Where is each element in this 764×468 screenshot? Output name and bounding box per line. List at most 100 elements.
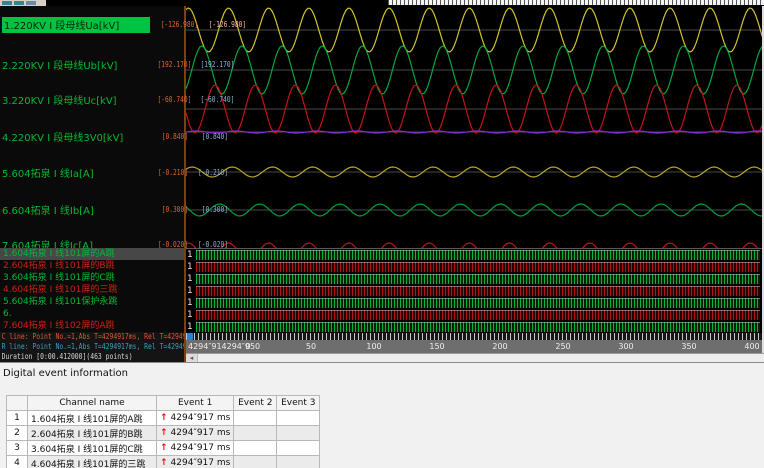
digital-channel-list: 1.604拓泉 I 线101屏的A跳 2.604拓泉 I 线101屏的B跳 3.60… (0, 248, 184, 332)
event1-time: 4294″917 ms (170, 458, 231, 468)
channel-name-cell: 1.604拓泉 I 线101屏的A跳 (27, 410, 157, 426)
rising-edge-icon: ↑ (160, 443, 168, 453)
channel-label-panel: 1.220KV I 段母线Ua[kV] [-126.980] [-126.980] 2… (0, 6, 246, 362)
channel-value-r: [-126.980] (208, 20, 247, 29)
event3-cell (276, 440, 321, 456)
toolbar-button-2[interactable] (14, 1, 24, 5)
table-header-cell: Event 2 (233, 395, 278, 411)
channel-value-r: [192.170] (200, 60, 235, 69)
event1-time: 4294″917 ms (170, 413, 231, 423)
channel-value-r: [-0.210] (197, 168, 228, 177)
row-number-cell: 1 (6, 410, 28, 426)
channel-name-cell: 3.604拓泉 I 线101屏的C跳 (27, 440, 157, 456)
digital-signal-value: 1 (187, 261, 193, 272)
digital-event-table: Channel name Event 1 Event 2 Event 3 1 1.604… (6, 395, 321, 468)
rising-edge-icon: ↑ (160, 413, 168, 423)
rising-edge-icon: ↑ (160, 428, 168, 438)
digital-signal-row: 1 (186, 297, 764, 309)
rising-edge-icon: ↑ (160, 458, 168, 468)
digital-channel-label[interactable]: 1.604拓泉 I 线101屏的A跳 (0, 248, 184, 260)
time-axis-bar[interactable]: 4294″914294″950 0 50 100 150 200 250 300 350 400 (186, 340, 764, 353)
event2-cell (233, 455, 278, 468)
digital-waveform-plot[interactable]: 1111111 (186, 249, 764, 333)
scroll-left-icon[interactable]: ◂ (186, 354, 198, 362)
digital-channel-label[interactable]: 5.604拓泉 I 线101保护永跳 (0, 296, 184, 308)
time-axis-tick-label: 50 (305, 342, 317, 351)
digital-signal-row: 1 (186, 309, 764, 321)
digital-channel-label[interactable]: 3.604拓泉 I 线101屏的C跳 (0, 272, 184, 284)
digital-signal-value: 1 (187, 273, 193, 284)
channel-name: 3.220KV I 段母线Uc[kV] (2, 96, 117, 107)
time-axis-tick-label: 100 (366, 342, 382, 351)
time-axis-tick-label: 150 (429, 342, 445, 351)
event3-cell (276, 410, 321, 426)
channel-value-r: [-60.740] (200, 95, 235, 104)
digital-signal-bar (196, 274, 760, 284)
digital-signal-row: 1 (186, 285, 764, 297)
event1-time: 4294″917 ms (170, 443, 231, 453)
analog-channel-label[interactable]: 3.220KV I 段母线Uc[kV] [-60.740] [-60.740] (2, 93, 235, 107)
table-row[interactable]: 1 1.604拓泉 I 线101屏的A跳 ↑ 4294″917 ms (6, 410, 321, 426)
row-number-cell: 2 (6, 425, 28, 441)
digital-event-panel: Digital event information Channel name Ev… (0, 362, 764, 468)
event1-cell: ↑ 4294″917 ms (155, 410, 235, 426)
time-axis-tick-label: 200 (492, 342, 508, 351)
table-row[interactable]: 3 3.604拓泉 I 线101屏的C跳 ↑ 4294″917 ms (6, 440, 321, 456)
digital-signal-bar (196, 310, 760, 320)
time-tick-ruler[interactable] (186, 333, 764, 340)
time-axis-tick-label: 400 (744, 342, 760, 351)
waveform-display-area[interactable]: 1111111 4294″914294″950 0 50 100 150 200 250 3… (186, 6, 764, 362)
digital-signal-bar (196, 298, 760, 308)
event2-cell (233, 410, 278, 426)
analog-waveform-plot[interactable] (186, 6, 764, 248)
table-header-cell (6, 395, 28, 411)
channel-value-c: [0.840] (161, 132, 188, 141)
cursor-status-panel: C line: Point No.=1,Abs T=4294917ms, Rel… (0, 332, 184, 362)
digital-channel-label[interactable]: 4.604拓泉 I 线101屏的三跳 (0, 284, 184, 296)
event3-cell (276, 425, 321, 441)
channel-name: 2.220KV I 段母线Ub[kV] (2, 61, 118, 72)
time-axis-tick-label: 250 (555, 342, 571, 351)
digital-signal-bar (196, 250, 760, 260)
event2-cell (233, 440, 278, 456)
event1-cell: ↑ 4294″917 ms (155, 455, 235, 468)
digital-signal-bar (196, 262, 760, 272)
table-header-cell: Event 1 (155, 395, 235, 411)
toolbar-button-3[interactable] (26, 1, 36, 5)
time-axis-tick-label: 0 (245, 342, 251, 351)
table-row[interactable]: 4 4.604拓泉 I 线101屏的三跳 ↑ 4294″917 ms (6, 455, 321, 468)
analog-channel-label[interactable]: 1.220KV I 段母线Ua[kV] [-126.980] [-126.980] (2, 16, 247, 33)
cursor-marker[interactable] (187, 333, 193, 340)
digital-signal-bar (196, 286, 760, 296)
analog-channel-label[interactable]: 2.220KV I 段母线Ub[kV] [192.170] [192.170] (2, 58, 235, 72)
table-header-cell: Channel name (27, 395, 157, 411)
waveform-analyzer-window: 1.220KV I 段母线Ua[kV] [-126.980] [-126.980] 2… (0, 0, 764, 468)
channel-value-c: [192.170] (157, 60, 192, 69)
event3-cell (276, 455, 321, 468)
table-row[interactable]: 2 2.604拓泉 I 线101屏的B跳 ↑ 4294″917 ms (6, 425, 321, 441)
digital-channel-label[interactable]: 7.604拓泉 I 线102屏的A跳 (0, 320, 184, 332)
digital-signal-value: 1 (187, 321, 193, 332)
event1-cell: ↑ 4294″917 ms (155, 425, 235, 441)
digital-channel-label[interactable]: 2.604拓泉 I 线101屏的B跳 (0, 260, 184, 272)
event1-time: 4294″917 ms (170, 428, 231, 438)
time-axis-tick-label: 350 (681, 342, 697, 351)
channel-value-c: [-126.980] (160, 20, 199, 29)
c-cursor-status: C line: Point No.=1,Abs T=4294917ms, Rel… (1, 332, 184, 341)
horizontal-scrollbar[interactable]: ◂ (186, 353, 764, 362)
digital-signal-value: 1 (187, 285, 193, 296)
main-area: 1.220KV I 段母线Ua[kV] [-126.980] [-126.980] 2… (0, 6, 764, 362)
digital-signal-row: 1 (186, 273, 764, 285)
analog-channel-label[interactable]: 6.604拓泉 I 线Ib[A] [0.300] [0.300] (2, 203, 228, 217)
toolbar-button-1[interactable] (2, 1, 12, 5)
analog-channel-label[interactable]: 5.604拓泉 I 线Ia[A] [-0.210] [-0.210] (2, 166, 228, 180)
event1-cell: ↑ 4294″917 ms (155, 440, 235, 456)
digital-signal-row: 1 (186, 261, 764, 273)
digital-channel-label[interactable]: 6. (0, 308, 184, 320)
channel-value-r: [0.300] (201, 205, 228, 214)
channel-value-c: [-0.210] (157, 168, 188, 177)
digital-signal-value: 1 (187, 249, 193, 260)
channel-name-cell: 2.604拓泉 I 线101屏的B跳 (27, 425, 157, 441)
analog-channel-label[interactable]: 4.220KV I 段母线3V0[kV] [0.840] [0.840] (2, 130, 228, 144)
channel-name: 6.604拓泉 I 线Ib[A] (2, 206, 94, 217)
